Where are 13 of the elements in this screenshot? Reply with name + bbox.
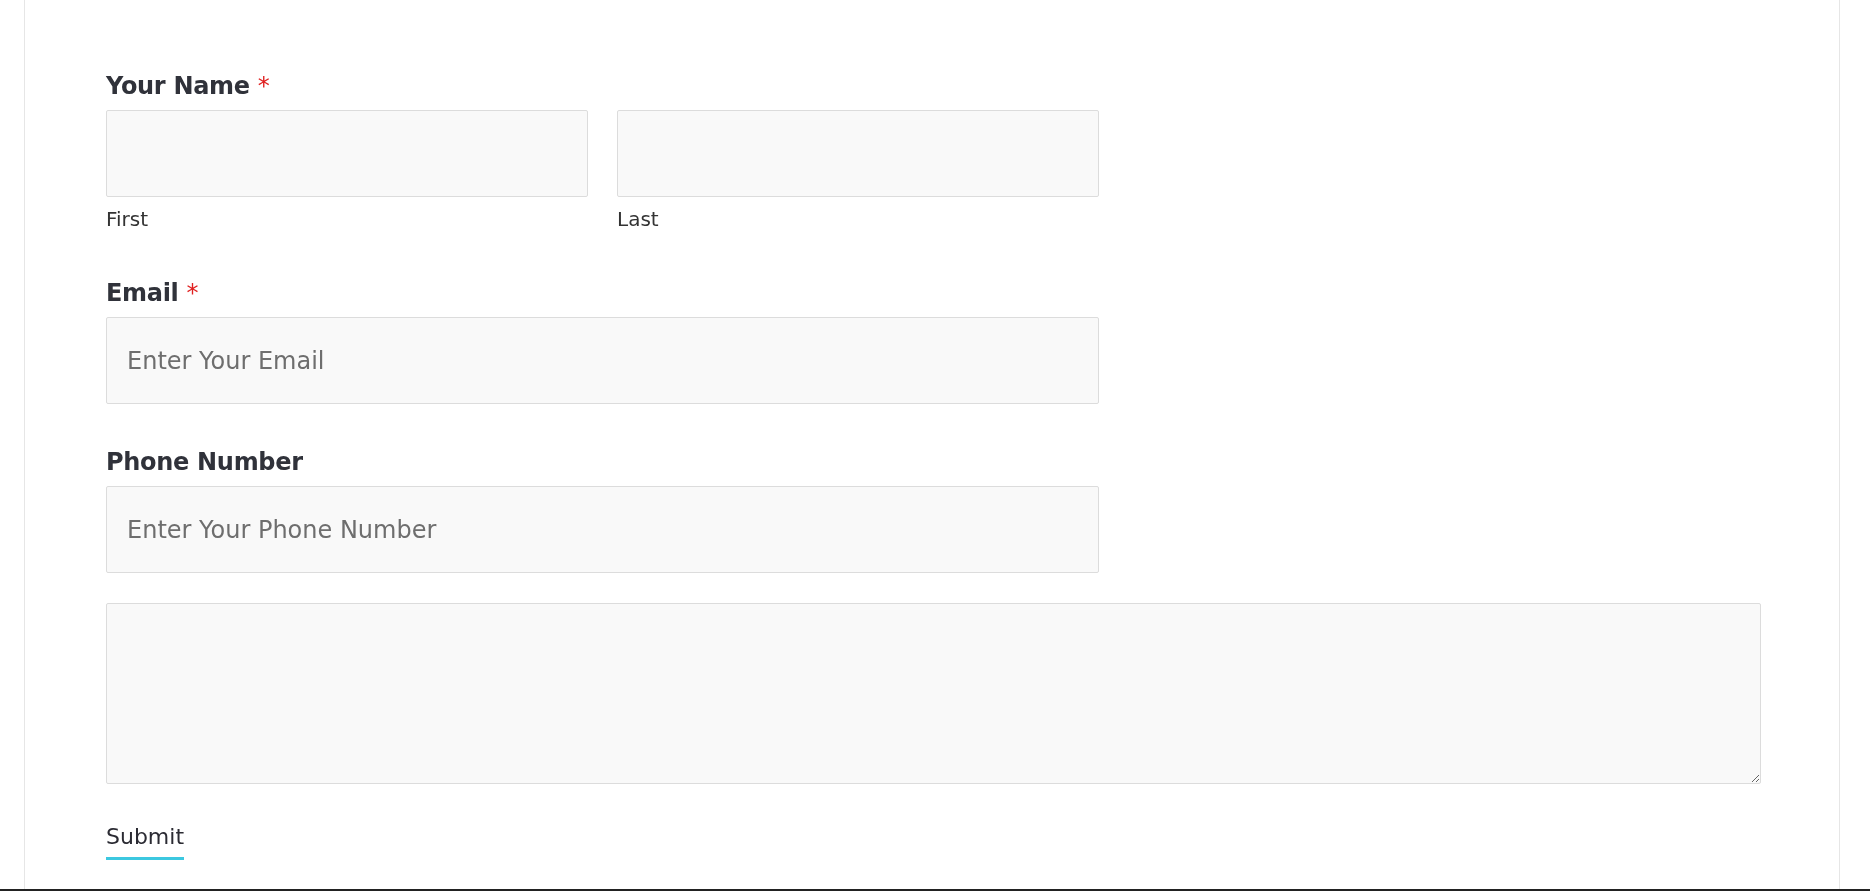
required-mark: * xyxy=(257,72,270,100)
required-mark: * xyxy=(186,279,199,307)
input-field[interactable]: Enter Your Email xyxy=(106,317,1099,404)
input-field[interactable] xyxy=(617,110,1099,197)
field-sublabel: Last xyxy=(617,207,660,231)
message-field[interactable] xyxy=(106,603,1761,784)
field-label: Email * xyxy=(106,279,200,307)
submit-button[interactable]: Submit xyxy=(106,824,185,860)
input-field[interactable] xyxy=(106,110,588,197)
field-label: Phone Number xyxy=(106,448,304,476)
field-label: Your Name * xyxy=(106,72,271,100)
input-field[interactable]: Enter Your Phone Number xyxy=(106,486,1099,573)
field-sublabel: First xyxy=(106,207,150,231)
